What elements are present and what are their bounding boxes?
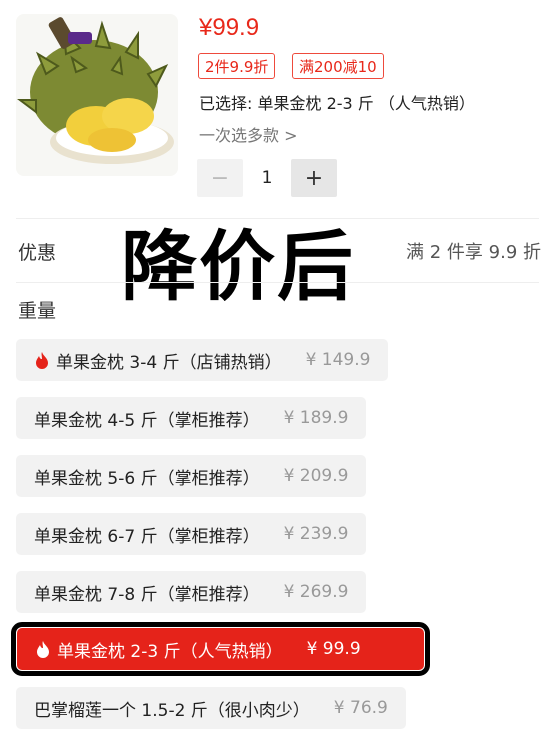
option-price: ¥ 189.9 [283, 408, 349, 428]
option-price: ¥ 99.9 [306, 639, 361, 659]
option-price: ¥ 209.9 [283, 466, 349, 486]
minus-icon: − [210, 165, 230, 191]
discount-badge: 2件9.9折 [198, 53, 276, 79]
option-label: 巴掌榴莲一个 1.5-2 斤（很小肉少） [34, 700, 310, 721]
selected-variant: 已选择: 单果金枕 2-3 斤 （人气热销） [199, 94, 475, 113]
option-label: 单果金枕 6-7 斤（掌柜推荐） [34, 526, 260, 547]
multi-select-link[interactable]: 一次选多款 > [199, 122, 298, 146]
quantity-stepper: − 1 + [197, 159, 337, 197]
fire-icon [37, 641, 49, 658]
weight-option[interactable]: 单果金枕 5-6 斤（掌柜推荐） ¥ 209.9 [16, 455, 367, 497]
product-image[interactable] [16, 14, 178, 176]
option-price: ¥ 149.9 [305, 350, 371, 370]
durian-image [16, 14, 178, 176]
weight-option[interactable]: 单果金枕 7-8 斤（掌柜推荐） ¥ 269.9 [16, 571, 367, 613]
option-price: ¥ 269.9 [283, 582, 349, 602]
fire-icon [36, 352, 48, 369]
minus-button[interactable]: − [197, 159, 243, 197]
weight-option-selected[interactable]: 单果金枕 2-3 斤（人气热销） ¥ 99.9 [11, 622, 430, 676]
option-price: ¥ 239.9 [283, 524, 349, 544]
promo-label: 优惠 [18, 242, 57, 264]
divider [16, 218, 539, 219]
option-label: 单果金枕 4-5 斤（掌柜推荐） [34, 410, 260, 431]
plus-button[interactable]: + [291, 159, 337, 197]
overlay-caption: 降价后 [121, 222, 355, 311]
weight-option[interactable]: 单果金枕 4-5 斤（掌柜推荐） ¥ 189.9 [16, 397, 367, 439]
option-label: 单果金枕 3-4 斤（店铺热销） [56, 352, 282, 373]
option-label: 单果金枕 7-8 斤（掌柜推荐） [34, 584, 260, 605]
promo-value[interactable]: 满 2 件享 9.9 折 [406, 238, 541, 264]
coupon-badge: 满200减10 [292, 53, 384, 79]
weight-label: 重量 [18, 300, 57, 322]
divider [16, 282, 539, 283]
product-price: ¥99.9 [199, 14, 260, 41]
option-price: ¥ 76.9 [333, 698, 388, 718]
option-label: 单果金枕 5-6 斤（掌柜推荐） [34, 468, 260, 489]
weight-option[interactable]: 单果金枕 6-7 斤（掌柜推荐） ¥ 239.9 [16, 513, 367, 555]
weight-option[interactable]: 单果金枕 3-4 斤（店铺热销） ¥ 149.9 [16, 339, 389, 381]
weight-option[interactable]: 巴掌榴莲一个 1.5-2 斤（很小肉少） ¥ 76.9 [16, 687, 406, 729]
plus-icon: + [304, 165, 324, 191]
option-label: 单果金枕 2-3 斤（人气热销） [57, 641, 283, 662]
quantity-value[interactable]: 1 [243, 168, 291, 188]
